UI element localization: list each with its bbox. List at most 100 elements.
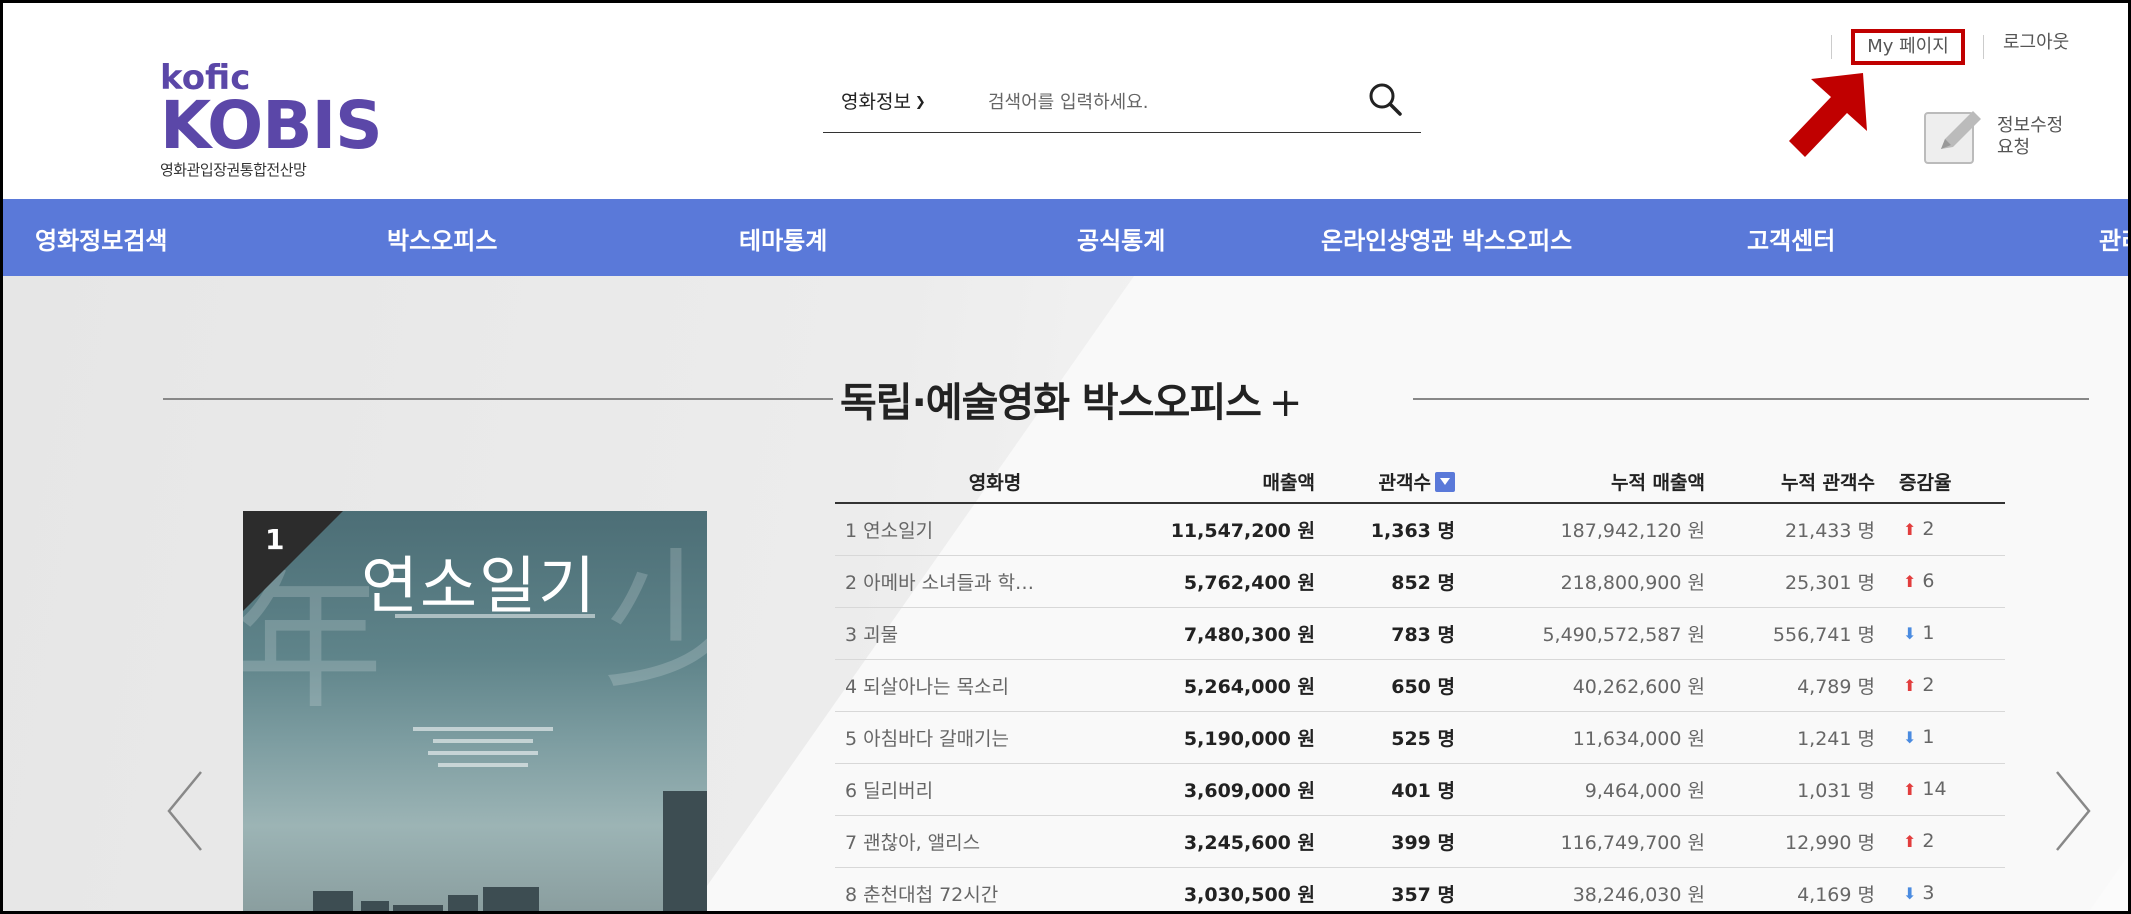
audience-cell: 525 명 [1315,711,1455,764]
change-rate-cell: ⬆ 6 [1875,555,2005,608]
change-rate-value: 3 [1922,882,1935,904]
table-row[interactable]: 6 딜리버리 3,609,000 원 401 명 9,464,000 원 1,031 명… [835,763,2005,816]
change-rate-cell: ⬇ 3 [1875,867,2005,911]
table-row[interactable]: 5 아침바다 갈매기는 5,190,000 원 525 명 11,634,000 원 1… [835,711,2005,764]
audience-cell: 401 명 [1315,763,1455,816]
search-input[interactable] [988,85,1348,119]
acc-sales-cell: 187,942,120 원 [1455,503,1705,556]
sales-cell: 5,190,000 원 [1155,711,1315,764]
acc-audience-cell: 4,169 명 [1705,867,1875,911]
movie-name-link[interactable]: 8 춘천대첩 72시간 [835,867,1155,911]
page-frame: kofic KOBIS 영화관입장권통합전산망 영화정보❯ My 페이지 로그아… [0,0,2131,914]
section-more-button[interactable]: + [1269,380,1303,426]
acc-sales-cell: 218,800,900 원 [1455,555,1705,608]
carousel-prev-arrow-icon[interactable] [161,766,211,856]
search-category-select[interactable]: 영화정보 ❯ [841,87,926,114]
edit-info-request-button[interactable]: 정보수정 요청 [1921,105,2101,171]
acc-sales-cell: 11,634,000 원 [1455,711,1705,764]
acc-audience-cell: 25,301 명 [1705,555,1875,608]
acc-audience-cell: 21,433 명 [1705,503,1875,556]
col-header-audience[interactable]: 관객수 [1315,461,1455,504]
change-rate-value: 1 [1922,726,1935,748]
col-header-acc-audience: 누적 관객수 [1705,461,1875,504]
col-header-audience-label: 관객수 [1378,472,1431,494]
section-title: 독립·예술영화 박스오피스 + [840,370,1303,428]
kobis-logo[interactable]: kofic KOBIS 영화관입장권통합전산망 [160,61,400,180]
table-header-row: 영화명 매출액 관객수 누적 매출액 누적 관객수 증감율 [835,461,2005,504]
audience-cell: 783 명 [1315,607,1455,660]
poster-building [393,905,443,911]
movie-name-link[interactable]: 5 아침바다 갈매기는 [835,711,1155,764]
nav-item-box-office[interactable]: 박스오피스 [387,221,497,256]
sort-down-icon[interactable] [1435,472,1455,492]
acc-sales-cell: 5,490,572,587 원 [1455,607,1705,660]
table-row[interactable]: 1 연소일기 11,547,200 원 1,363 명 187,942,120 원 21… [835,503,2005,556]
movie-name-link[interactable]: 7 괜찮아, 앨리스 [835,815,1155,868]
poster-tagline [408,719,558,775]
top-link-divider [1983,35,1984,59]
nav-item-customer-center[interactable]: 고객센터 [1747,221,1835,256]
search-bar: 영화정보 ❯ [823,73,1421,133]
table-row[interactable]: 7 괜찮아, 앨리스 3,245,600 원 399 명 116,749,700 원1… [835,815,2005,868]
arrow-up-icon: ⬆ [1903,832,1917,851]
poster-building [313,891,353,911]
movie-name-link[interactable]: 6 딜리버리 [835,763,1155,816]
acc-audience-cell: 1,031 명 [1705,763,1875,816]
movie-name-link[interactable]: 4 되살아나는 목소리 [835,659,1155,712]
arrow-down-icon: ⬇ [1903,884,1917,903]
poster-building [483,887,539,911]
sales-cell: 7,480,300 원 [1155,607,1315,660]
poster-building [361,901,389,911]
col-header-acc-sales: 누적 매출액 [1455,461,1705,504]
nav-item-official-stats[interactable]: 공식통계 [1077,221,1165,256]
audience-cell: 357 명 [1315,867,1455,911]
change-rate-value: 2 [1922,830,1935,852]
poster-rank-badge [243,511,343,611]
top-link-divider [1831,35,1832,59]
col-header-change-rate: 증감율 [1875,461,2005,504]
arrow-down-icon: ⬇ [1903,624,1917,643]
movie-name-link[interactable]: 3 괴물 [835,607,1155,660]
movie-name-link[interactable]: 2 아메바 소녀들과 학… [835,555,1155,608]
change-rate-value: 2 [1922,518,1935,541]
red-arrow-icon [1789,73,1867,157]
table-row[interactable]: 8 춘천대첩 72시간 3,030,500 원 357 명 38,246,030 원4… [835,867,2005,911]
movie-name-link[interactable]: 1 연소일기 [835,503,1155,556]
main-nav: 영화정보검색 박스오피스 테마통계 공식통계 온라인상영관 박스오피스 고객센터… [3,199,2128,276]
nav-item-admin[interactable]: 관리 [2099,221,2128,256]
audience-cell: 650 명 [1315,659,1455,712]
change-rate-cell: ⬆ 2 [1875,659,2005,712]
change-rate-cell: ⬇ 1 [1875,607,2005,660]
change-rate-cell: ⬆ 2 [1875,503,2005,556]
col-header-sales: 매출액 [1155,461,1315,504]
logout-link[interactable]: 로그아웃 [2003,29,2069,57]
change-rate-cell: ⬆ 14 [1875,763,2005,816]
nav-item-theme-stats[interactable]: 테마통계 [739,221,827,256]
my-page-link[interactable]: My 페이지 [1851,29,1965,65]
movie-poster[interactable]: 年 少 1 연소일기 [243,511,707,911]
poster-rank-number: 1 [265,523,285,556]
audience-cell: 1,363 명 [1315,503,1455,556]
acc-audience-cell: 4,789 명 [1705,659,1875,712]
search-category-label: 영화정보 [841,91,911,113]
box-office-table-body: 1 연소일기 11,547,200 원 1,363 명 187,942,120 원 21… [835,503,2005,911]
nav-item-movie-search[interactable]: 영화정보검색 [35,221,167,256]
nav-item-online-box-office[interactable]: 온라인상영관 박스오피스 [1321,221,1572,256]
arrow-up-icon: ⬆ [1903,676,1917,695]
table-row[interactable]: 2 아메바 소녀들과 학… 5,762,400 원 852 명 218,800,900… [835,555,2005,608]
section-title-text: 독립·예술영화 박스오피스 [840,380,1262,426]
col-header-movie-name: 영화명 [835,461,1155,504]
carousel-next-arrow-icon[interactable] [2047,766,2097,856]
table-row[interactable]: 3 괴물 7,480,300 원 783 명 5,490,572,587 원 556,7… [835,607,2005,660]
table-row[interactable]: 4 되살아나는 목소리 5,264,000 원 650 명 40,262,600 원4… [835,659,2005,712]
sales-cell: 3,030,500 원 [1155,867,1315,911]
poster-building [663,791,707,911]
search-icon[interactable] [1365,79,1405,119]
change-rate-value: 6 [1922,570,1935,592]
sales-cell: 11,547,200 원 [1155,503,1315,556]
edit-info-label: 정보수정 요청 [1997,115,2064,158]
arrow-up-icon: ⬆ [1903,520,1917,540]
arrow-up-icon: ⬆ [1903,780,1917,799]
acc-sales-cell: 38,246,030 원 [1455,867,1705,911]
poster-building [448,895,478,911]
